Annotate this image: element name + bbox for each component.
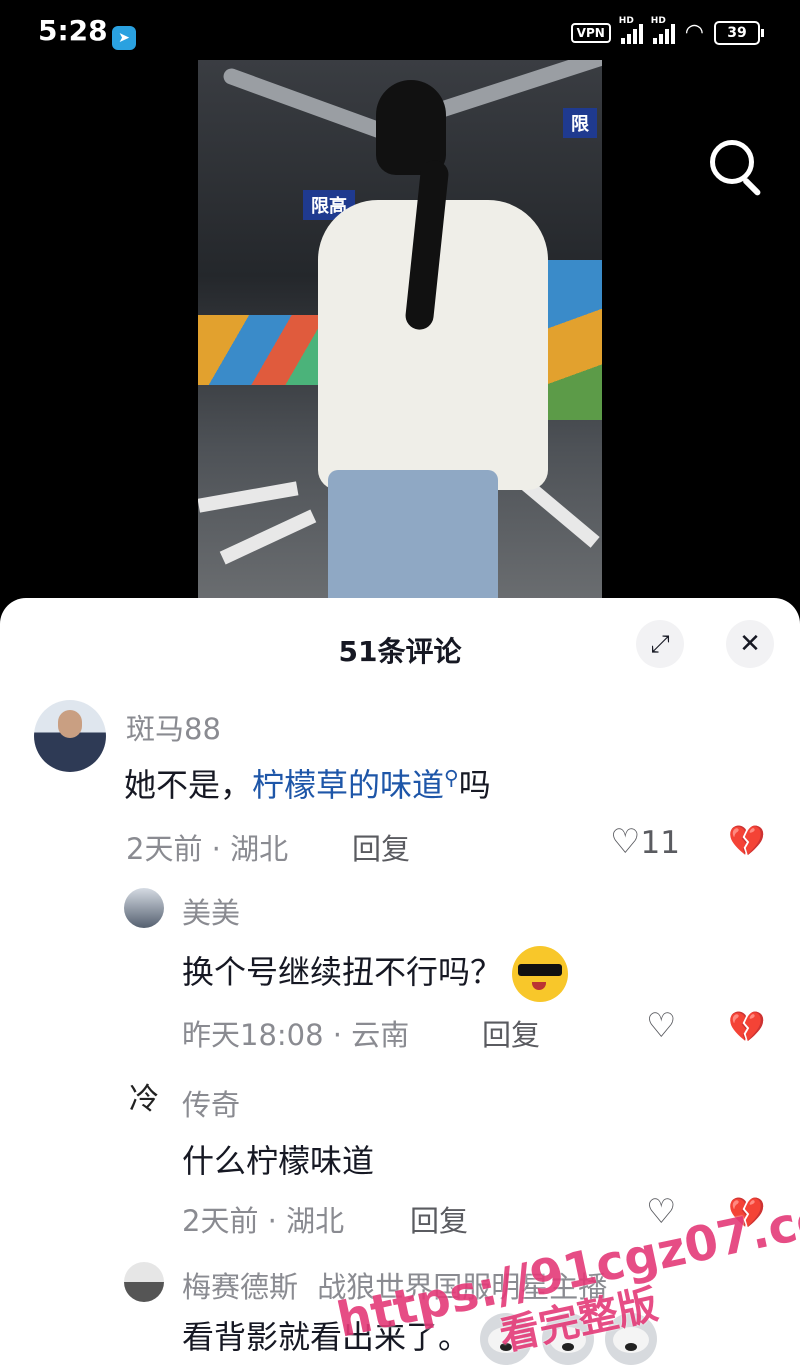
comment-text-part: 吗 <box>458 766 491 804</box>
expand-icon[interactable]: ⤢ <box>636 620 684 668</box>
comment-meta: 2天前 · 湖北 <box>182 1204 345 1238</box>
avatar[interactable] <box>124 1262 164 1302</box>
avatar[interactable] <box>34 700 106 772</box>
broken-heart-icon[interactable]: 💔 <box>728 1010 765 1045</box>
telegram-icon: ➤ <box>112 26 136 50</box>
sim1-hd-label: HD <box>618 15 634 26</box>
comment-time: 2天前 <box>126 832 203 866</box>
comment-username[interactable]: 美美 <box>182 890 240 932</box>
wifi-icon: ◠ <box>684 20 704 45</box>
reply-button[interactable]: 回复 <box>352 826 410 868</box>
reply-button[interactable]: 回复 <box>482 1012 540 1054</box>
comment-text-part: 她不是， <box>124 766 253 804</box>
username-text: 梅赛德斯 <box>182 1270 299 1304</box>
comment-time: 昨天18:08 <box>182 1018 324 1052</box>
floor-marking <box>198 481 299 513</box>
comment-location: 湖北 <box>230 832 289 866</box>
status-time: 5:28 <box>38 14 108 47</box>
vpn-badge: VPN <box>570 22 611 43</box>
cool-face-emoji <box>512 946 569 1002</box>
avatar[interactable]: 冷 <box>124 1080 164 1120</box>
search-small-icon: ⚲ <box>444 765 459 790</box>
signal-icon: HD <box>619 16 643 44</box>
avatar[interactable] <box>124 888 164 928</box>
comment-meta: 昨天18:08 · 云南 <box>182 1018 410 1052</box>
height-limit-sign-2: 限 <box>563 108 597 138</box>
battery-icon: 39 <box>714 20 764 45</box>
reply-button[interactable]: 回复 <box>410 1198 468 1240</box>
comment-username[interactable]: 斑马88 <box>126 706 221 748</box>
comment-text: 换个号继续扭不行吗？ <box>182 946 569 1002</box>
video-player[interactable]: 限高 限 <box>0 60 800 620</box>
search-icon[interactable] <box>706 136 766 197</box>
like-button[interactable]: ♡11 <box>610 822 680 862</box>
status-icons: VPN HD HD ◠ 39 <box>570 16 764 45</box>
like-count: 11 <box>640 825 680 861</box>
heart-icon: ♡ <box>646 1006 677 1046</box>
video-frame[interactable]: 限高 限 <box>198 60 602 600</box>
wall-mural <box>198 315 328 385</box>
comment-time: 2天前 <box>182 1204 259 1238</box>
signal-icon-2: HD <box>651 16 675 44</box>
comment-location: 湖北 <box>286 1204 345 1238</box>
search-link[interactable]: 柠檬草的味道⚲ <box>252 765 459 804</box>
comment-text-part: 换个号继续扭不行吗？ <box>182 953 503 991</box>
like-button[interactable]: ♡ <box>646 1006 676 1046</box>
floor-marking <box>219 509 317 565</box>
comment-meta: 2天前 · 湖北 <box>126 832 289 866</box>
sim2-hd-label: HD <box>650 15 666 26</box>
search-link-text: 柠檬草的味道 <box>252 766 445 804</box>
comment-text: 什么柠檬味道 <box>182 1142 375 1180</box>
battery-level: 39 <box>727 24 747 41</box>
comment-text: 她不是，柠檬草的味道⚲吗 <box>124 760 491 806</box>
comment-location: 云南 <box>351 1018 410 1052</box>
status-bar: 5:28 ➤ VPN HD HD ◠ 39 <box>0 0 800 60</box>
close-icon[interactable]: ✕ <box>726 620 774 668</box>
heart-icon: ♡ <box>610 822 641 862</box>
comment-username[interactable]: 传奇 <box>182 1082 240 1124</box>
broken-heart-icon[interactable]: 💔 <box>728 824 765 859</box>
video-subject <box>318 80 548 600</box>
